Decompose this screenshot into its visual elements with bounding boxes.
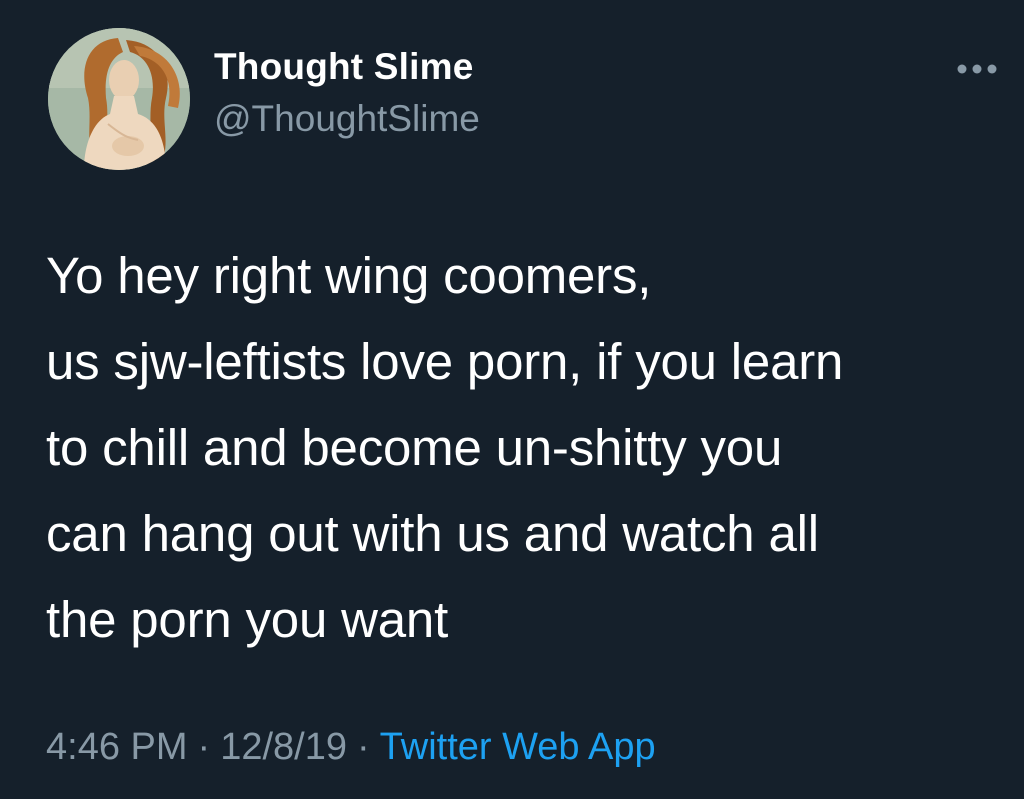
avatar[interactable]	[48, 28, 190, 170]
tweet-text: Yo hey right wing coomers, us sjw-leftis…	[46, 247, 844, 648]
more-horizontal-icon[interactable]	[955, 62, 999, 76]
meta-separator: ·	[356, 726, 370, 768]
avatar-image	[48, 28, 190, 170]
author-handle[interactable]: @ThoughtSlime	[214, 98, 480, 140]
tweet-date[interactable]: 12/8/19	[220, 726, 347, 768]
tweet-source-link[interactable]: Twitter Web App	[380, 726, 656, 768]
tweet-meta: 4:46 PM · 12/8/19 · Twitter Web App	[46, 726, 656, 769]
tweet-card: Thought Slime @ThoughtSlime Yo hey right…	[0, 0, 1024, 799]
author-display-name[interactable]: Thought Slime	[214, 46, 474, 88]
tweet-time[interactable]: 4:46 PM	[46, 726, 188, 768]
meta-separator: ·	[197, 726, 211, 768]
